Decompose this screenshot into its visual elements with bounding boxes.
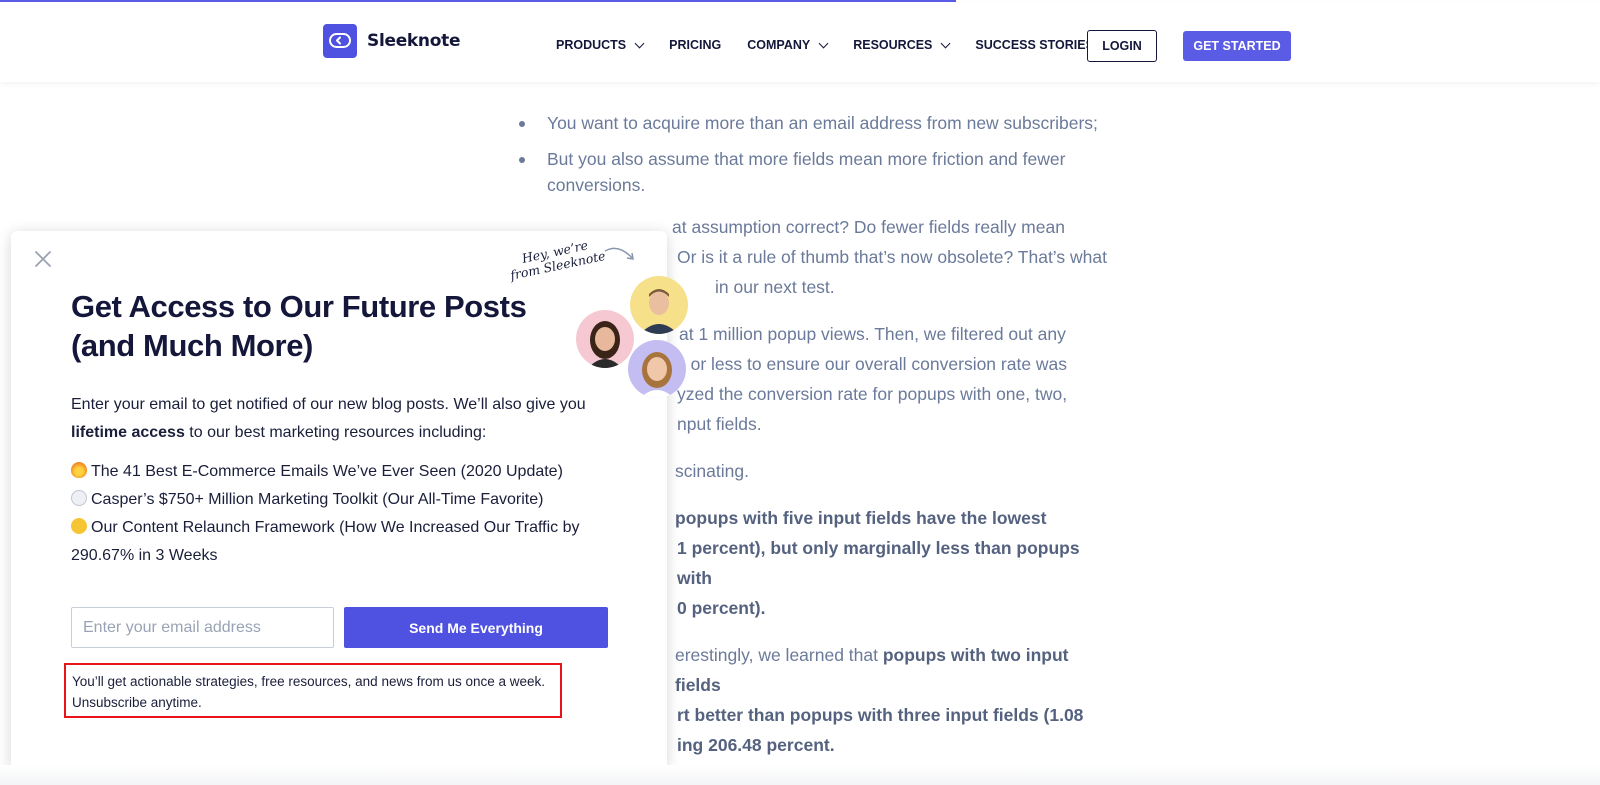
- fire-emoji-icon: [71, 462, 87, 478]
- chevron-down-icon: [634, 38, 645, 48]
- nav-item-products[interactable]: PRODUCTS: [556, 38, 645, 52]
- chevron-down-icon: [818, 38, 829, 48]
- resource-list: The 41 Best E-Commerce Emails We’ve Ever…: [71, 458, 601, 570]
- disclaimer-text: You’ll get actionable strategies, free r…: [64, 663, 562, 718]
- login-button[interactable]: LOGIN: [1087, 30, 1157, 62]
- list-item: But you also assume that more fields mea…: [517, 146, 1117, 198]
- ghost-emoji-icon: [71, 490, 87, 506]
- nav-item-company[interactable]: COMPANY: [747, 38, 829, 52]
- chevron-down-icon: [940, 38, 951, 48]
- sleeknote-logo-icon: [323, 24, 357, 58]
- team-member-avatar: [628, 340, 686, 398]
- popup-title: Get Access to Our Future Posts (and Much…: [71, 289, 527, 363]
- page-bottom-shade: [0, 765, 1600, 785]
- close-icon[interactable]: [33, 249, 53, 269]
- nav-label: PRODUCTS: [556, 38, 627, 52]
- team-member-avatar: [576, 310, 634, 368]
- nav-item-success-stories[interactable]: SUCCESS STORIES: [975, 38, 1094, 52]
- send-me-everything-button[interactable]: Send Me Everything: [344, 607, 608, 648]
- popup-intro: Enter your email to get notified of our …: [71, 391, 591, 447]
- nav-label: COMPANY: [747, 38, 811, 52]
- list-item: Casper’s $750+ Million Marketing Toolkit…: [71, 486, 601, 514]
- email-field[interactable]: [71, 607, 334, 648]
- list-item: Our Content Relaunch Framework (How We I…: [71, 514, 601, 570]
- article-bullet-list: You want to acquire more than an email a…: [517, 110, 1117, 198]
- intro-text: to our best marketing resources includin…: [184, 424, 487, 441]
- nav-label: SUCCESS STORIES: [975, 38, 1094, 52]
- resource-text: The 41 Best E-Commerce Emails We’ve Ever…: [91, 463, 563, 480]
- paragraph-text: erestingly, we learned that: [675, 645, 883, 665]
- nav-item-resources[interactable]: RESOURCES: [853, 38, 951, 52]
- intro-text: Enter your email to get notified of our …: [71, 396, 586, 413]
- nav-label: PRICING: [669, 38, 722, 52]
- list-item: You want to acquire more than an email a…: [517, 110, 1117, 136]
- team-member-avatar: [630, 276, 688, 334]
- site-header: Sleeknote PRODUCTS PRICING COMPANY RESOU…: [0, 2, 1600, 82]
- nav-label: RESOURCES: [853, 38, 933, 52]
- get-started-button[interactable]: GET STARTED: [1183, 31, 1291, 61]
- brand-name: Sleeknote: [367, 31, 461, 51]
- resource-text: Casper’s $750+ Million Marketing Toolkit…: [91, 491, 544, 508]
- brand-logo[interactable]: Sleeknote: [323, 24, 460, 58]
- money-face-emoji-icon: [71, 518, 87, 534]
- resource-text: Our Content Relaunch Framework (How We I…: [71, 519, 580, 564]
- nav-item-pricing[interactable]: PRICING: [669, 38, 721, 52]
- intro-bold-text: lifetime access: [71, 424, 185, 441]
- hey-we-are-from-sleeknote-note: Hey, we’re from Sleeknote: [506, 235, 607, 282]
- curved-arrow-icon: [604, 247, 634, 260]
- main-nav: PRODUCTS PRICING COMPANY RESOURCES SUCCE…: [556, 30, 1120, 60]
- list-item: The 41 Best E-Commerce Emails We’ve Ever…: [71, 458, 601, 486]
- newsletter-popup: Hey, we’re from Sleeknote Get Access to …: [11, 231, 688, 773]
